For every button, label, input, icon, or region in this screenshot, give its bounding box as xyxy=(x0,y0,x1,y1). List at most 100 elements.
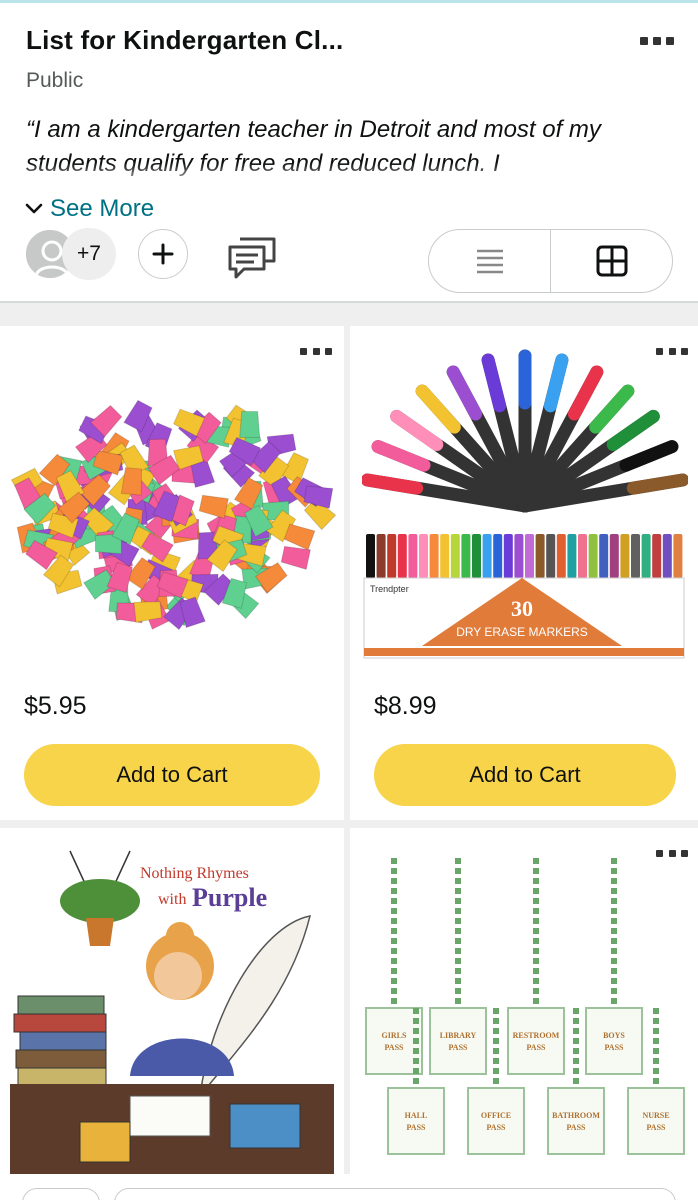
pass-label: GIRLS xyxy=(382,1031,407,1040)
pass-label: PASS xyxy=(647,1123,667,1132)
marker-in-box xyxy=(567,534,577,578)
marker-cap xyxy=(589,384,635,434)
eraser-cap xyxy=(239,411,261,438)
pass-label: PASS xyxy=(487,1123,507,1132)
grid-view-button[interactable] xyxy=(551,230,672,292)
marker-in-box xyxy=(472,534,481,578)
marker-in-box xyxy=(419,534,428,578)
marker-in-box xyxy=(514,534,524,578)
marker-cap xyxy=(415,384,461,434)
marker-in-box xyxy=(450,534,460,578)
box-brand: Trendpter xyxy=(370,584,409,594)
marker-in-box xyxy=(599,534,609,578)
marker-in-box xyxy=(620,534,630,578)
pass-card xyxy=(547,1087,605,1155)
bottom-toolbar xyxy=(0,1174,698,1200)
pass-label: PASS xyxy=(567,1123,587,1132)
marker-in-box xyxy=(673,534,683,578)
marker-in-box xyxy=(376,534,386,578)
marker-cap xyxy=(481,353,507,413)
marker-in-box xyxy=(503,534,513,578)
marker-in-box xyxy=(482,534,492,578)
pass-card xyxy=(585,1007,643,1075)
pass-label: PASS xyxy=(385,1043,405,1052)
book-title-line3: Purple xyxy=(192,883,267,912)
bottom-left-button[interactable] xyxy=(22,1188,100,1200)
product-card[interactable]: GIRLS PASS LIBRARY PASS RESTROOM PASS BOYS PASS… xyxy=(350,828,698,1174)
view-toggle xyxy=(428,229,673,293)
marker-in-box xyxy=(440,534,450,578)
marker-in-box xyxy=(652,534,662,578)
box-count: 30 xyxy=(511,596,533,621)
book-cover-image[interactable]: Nothing Rhymes with Purple xyxy=(10,846,334,1174)
marker-cap xyxy=(606,409,660,451)
marker-in-box xyxy=(397,534,407,578)
pass-card xyxy=(387,1087,445,1155)
eraser-cap xyxy=(120,467,143,496)
chevron-down-icon xyxy=(25,203,43,214)
marker-in-box xyxy=(588,534,598,578)
pass-card xyxy=(627,1087,685,1155)
marker-cap xyxy=(567,365,604,421)
marker-in-box xyxy=(461,534,471,578)
list-visibility: Public xyxy=(26,69,84,92)
pass-label: HALL xyxy=(405,1111,428,1120)
marker-in-box xyxy=(609,534,619,578)
eraser-caps-image[interactable] xyxy=(6,386,336,636)
marker-in-box xyxy=(408,534,418,578)
see-more-link[interactable]: See More xyxy=(24,195,154,223)
marker-cap xyxy=(619,440,679,472)
marker-in-box xyxy=(535,534,545,578)
marker-cap xyxy=(446,365,483,421)
grid-view-icon xyxy=(596,245,627,277)
eraser-cap xyxy=(198,494,229,519)
marker-in-box xyxy=(662,534,672,578)
marker-in-box xyxy=(631,534,640,578)
book-title-line1: Nothing Rhymes xyxy=(140,865,249,882)
collaborator-count[interactable]: +7 xyxy=(62,228,116,280)
add-collaborator-button[interactable] xyxy=(138,229,188,279)
marker-in-box xyxy=(387,534,397,578)
marker-in-box xyxy=(366,534,375,578)
marker-in-box xyxy=(525,534,534,578)
dry-erase-markers-image[interactable]: Trendpter 30 DRY ERASE MARKERS xyxy=(362,346,688,666)
marker-cap xyxy=(362,473,424,495)
list-view-button[interactable] xyxy=(429,230,551,292)
product-price: $8.99 xyxy=(374,692,437,720)
pass-label: PASS xyxy=(407,1123,427,1132)
plus-icon xyxy=(152,243,174,265)
more-options-icon[interactable] xyxy=(640,37,674,47)
more-options-icon[interactable] xyxy=(300,348,332,356)
marker-in-box xyxy=(493,534,503,578)
pass-label: LIBRARY xyxy=(440,1031,477,1040)
product-card[interactable]: Nothing Rhymes with Purple xyxy=(0,828,344,1174)
pass-label: PASS xyxy=(449,1043,469,1052)
marker-in-box xyxy=(578,534,587,578)
pass-label: NURSE xyxy=(642,1111,669,1120)
list-header: List for Kindergarten Cl... Public “I am… xyxy=(0,3,698,303)
marker-cap xyxy=(371,440,431,472)
product-card[interactable]: $5.95 Add to Cart xyxy=(0,326,344,820)
pass-label: BOYS xyxy=(603,1031,625,1040)
list-title: List for Kindergarten Cl... xyxy=(26,25,344,55)
marker-in-box xyxy=(546,534,556,578)
pass-card xyxy=(467,1087,525,1155)
book-title-line2: with xyxy=(158,891,186,908)
marker-in-box xyxy=(641,534,651,578)
marker-cap xyxy=(626,473,688,495)
marker-in-box xyxy=(556,534,566,578)
description-fade xyxy=(0,163,698,191)
add-to-cart-button[interactable]: Add to Cart xyxy=(374,744,676,806)
add-to-cart-button[interactable]: Add to Cart xyxy=(24,744,320,806)
bottom-right-button[interactable] xyxy=(114,1188,676,1200)
marker-cap xyxy=(390,409,444,451)
pass-label: PASS xyxy=(527,1043,547,1052)
product-card[interactable]: Trendpter 30 DRY ERASE MARKERS $8.99 Add… xyxy=(350,326,698,820)
product-price: $5.95 xyxy=(24,692,87,720)
comment-icon[interactable] xyxy=(226,233,278,281)
box-label: DRY ERASE MARKERS xyxy=(456,625,588,639)
pass-label: PASS xyxy=(605,1043,625,1052)
pass-label: OFFICE xyxy=(481,1111,511,1120)
list-view-icon xyxy=(476,249,503,274)
hall-passes-image[interactable]: GIRLS PASS LIBRARY PASS RESTROOM PASS BOYS PASS… xyxy=(358,848,690,1174)
